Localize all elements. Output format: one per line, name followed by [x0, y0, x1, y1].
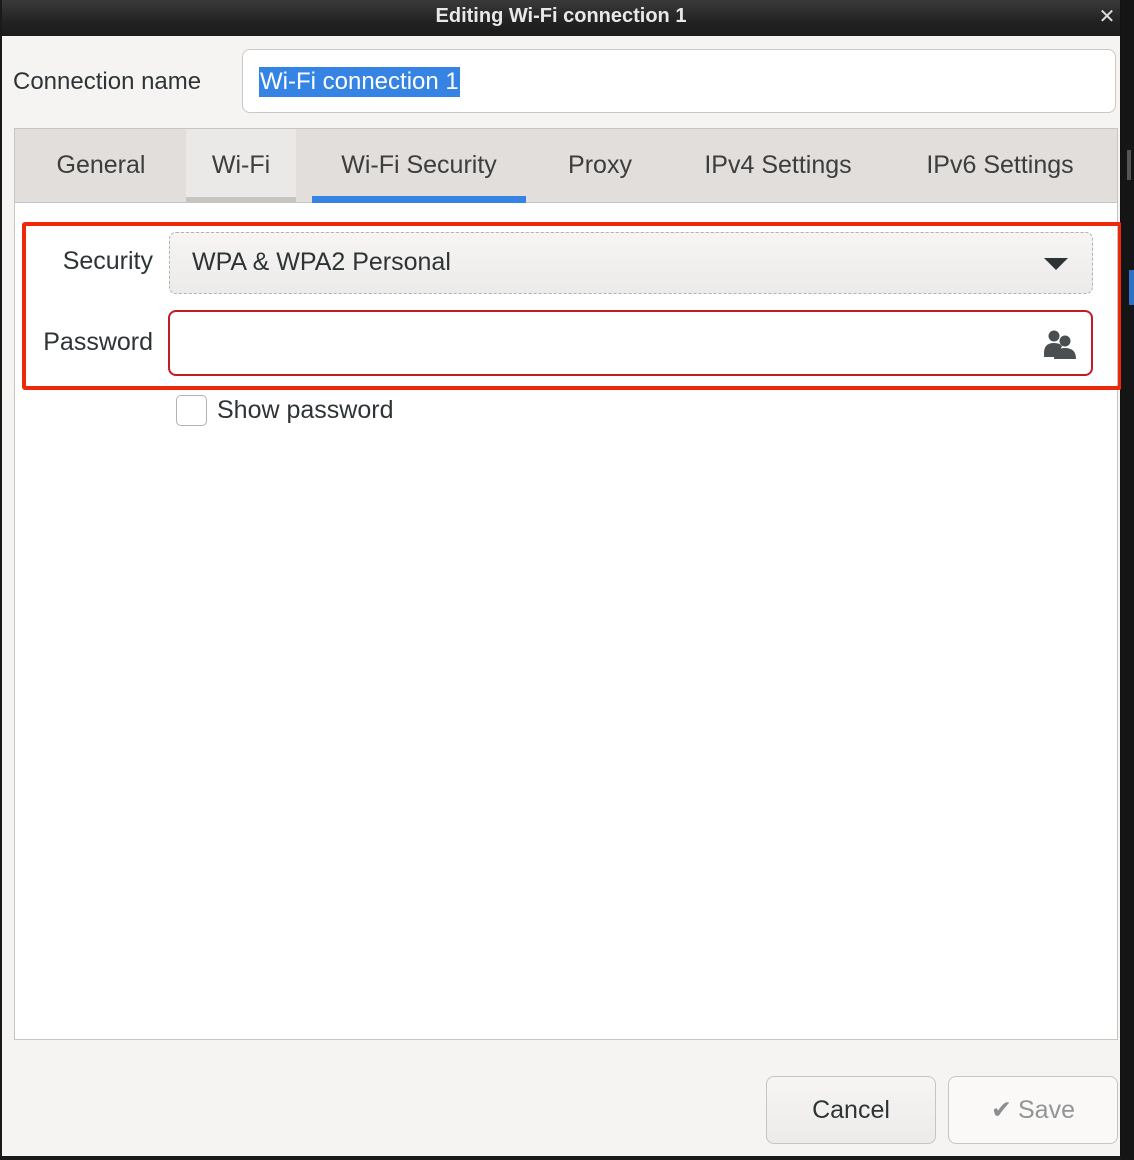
people-icon[interactable]	[1043, 329, 1077, 359]
tab-label: Wi-Fi Security	[341, 151, 497, 179]
checkmark-icon: ✔	[991, 1096, 1012, 1124]
cancel-label: Cancel	[812, 1095, 890, 1124]
tab-proxy[interactable]: Proxy	[550, 129, 650, 202]
show-password-label[interactable]: Show password	[217, 396, 393, 425]
close-icon[interactable]: ✕	[1096, 6, 1118, 28]
chevron-down-icon	[1044, 258, 1068, 270]
security-dropdown[interactable]: WPA & WPA2 Personal	[169, 232, 1093, 294]
background-artifact	[1129, 270, 1134, 305]
tab-bar: General Wi-Fi Wi-Fi Security Proxy IPv4 …	[15, 129, 1117, 203]
tab-wifi-security[interactable]: Wi-Fi Security	[312, 129, 526, 203]
tab-label: Proxy	[568, 151, 632, 179]
dialog-window: Editing Wi-Fi connection 1 ✕ Connection …	[2, 0, 1121, 1156]
save-label: Save	[1017, 1095, 1075, 1124]
security-selected-value: WPA & WPA2 Personal	[192, 248, 451, 276]
background-artifact	[1127, 150, 1131, 180]
connection-name-input[interactable]: Wi-Fi connection 1	[242, 49, 1116, 113]
tab-label: IPv4 Settings	[704, 151, 852, 179]
tab-general[interactable]: General	[39, 129, 163, 202]
connection-name-label: Connection name	[13, 68, 202, 95]
tab-ipv6-settings[interactable]: IPv6 Settings	[905, 129, 1095, 202]
window-title: Editing Wi-Fi connection 1	[435, 5, 687, 27]
save-button[interactable]: ✔ Save	[948, 1076, 1118, 1144]
cancel-button[interactable]: Cancel	[766, 1076, 936, 1144]
title-bar[interactable]: Editing Wi-Fi connection 1 ✕	[2, 0, 1120, 36]
tab-label: General	[56, 151, 146, 179]
tab-wifi[interactable]: Wi-Fi	[186, 129, 296, 202]
password-label: Password	[43, 328, 153, 356]
connection-name-value: Wi-Fi connection 1	[259, 67, 460, 97]
security-label: Security	[62, 247, 153, 275]
tab-label: Wi-Fi	[211, 151, 271, 179]
show-password-checkbox[interactable]	[176, 395, 207, 426]
tab-ipv4-settings[interactable]: IPv4 Settings	[683, 129, 873, 202]
background-strip	[1121, 0, 1134, 1160]
password-input[interactable]	[168, 310, 1093, 376]
tab-label: IPv6 Settings	[926, 151, 1074, 179]
